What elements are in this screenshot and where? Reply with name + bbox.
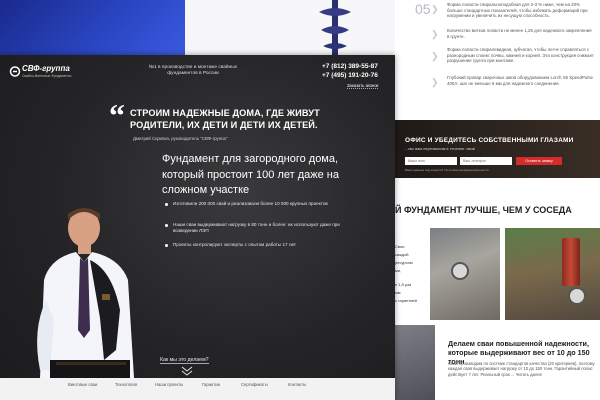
hero-title: Фундамент для загородного дома, который … <box>162 153 339 196</box>
fragment-line: мм <box>395 290 401 295</box>
quote-text: СТРОИМ НАДЕЖНЫЕ ДОМА, ГДЕ ЖИВУТ РОДИТЕЛИ… <box>130 108 320 130</box>
callback-link[interactable]: Заказать звонок <box>347 83 379 89</box>
privacy-note: Ваши данные под защитой. Политика конфид… <box>405 168 489 172</box>
list-item: Наши сваи выдерживают нагрузку в 80 тонн… <box>165 222 365 234</box>
features-column: 05 ❯ Форма лопасти спиральноподобная для… <box>395 0 600 120</box>
nav-item-projects[interactable]: Наши проекты <box>155 382 183 387</box>
step-arrow-icon: ❯ <box>431 51 439 61</box>
step-number: 05 <box>415 1 431 17</box>
nav-item-piles[interactable]: Винтовые сваи <box>68 382 97 387</box>
pile-photo <box>505 228 600 320</box>
phone-number[interactable]: +7 (812) 389-55-87 <box>322 63 378 70</box>
bullet-icon <box>165 224 168 227</box>
logo[interactable]: СВФ-группа <box>22 64 70 73</box>
person-photo <box>37 208 134 378</box>
logo-icon <box>9 66 21 77</box>
feature-text: Количество витков лопасти не менее 1,25 … <box>447 28 592 39</box>
bullet-text: Изготовили 200 000 свай и реализовали бо… <box>173 201 328 206</box>
form-subtitle: ...мы вам перезвоним в течение часа! <box>405 146 476 151</box>
step-arrow-icon: ❯ <box>431 29 439 39</box>
bottom-navigation <box>0 378 395 400</box>
construction-photo <box>395 325 435 400</box>
text-fragment: Свои каждой ресурсом ми, е 1,5 раз мм с … <box>395 234 425 324</box>
fragment-line: Свои <box>395 244 405 249</box>
bullet-text: Проекты контролируют эксперты с опытом р… <box>173 242 297 247</box>
list-item: Изготовили 200 000 свай и реализовали бо… <box>165 201 365 207</box>
gauge-image <box>451 262 469 280</box>
reliability-description: Сваи производим по системе стандартов ка… <box>448 361 595 377</box>
step-arrow-icon: ❯ <box>431 4 439 14</box>
feature-text: Форма лопасти спиралевидная, зубчатая, ч… <box>447 47 594 63</box>
red-pile-image <box>562 238 580 286</box>
phone-input[interactable] <box>460 157 512 165</box>
step-arrow-icon: ❯ <box>431 77 439 87</box>
screw-pile-image <box>319 0 351 55</box>
phone-number[interactable]: +7 (495) 191-20-76 <box>322 72 378 79</box>
chevron-down-icon[interactable] <box>181 366 193 376</box>
how-we-do-link[interactable]: Как мы это делаем? <box>160 357 209 364</box>
name-input[interactable] <box>405 157 457 165</box>
feature-text: Глубокий провар сварочных швов оборудова… <box>447 75 593 86</box>
quote-mark-icon: “ <box>109 97 125 133</box>
blue-hero-fragment <box>0 0 185 55</box>
logo-subtitle: Свайно-Винтовые Фундаменты <box>22 74 72 78</box>
nav-item-technology[interactable]: Технология <box>115 382 137 387</box>
bullet-icon <box>165 203 168 206</box>
gauge-image <box>568 287 586 305</box>
product-image-area <box>185 0 410 55</box>
quote-author: Дмитрий Скрипка, руководитель "СВФ-групп… <box>133 136 228 141</box>
fragment-line: с гарантией <box>395 298 417 303</box>
feature-text: Форма лопасти спиральноподобная для 2-3 … <box>447 2 588 18</box>
nav-item-guarantees[interactable]: Гарантии <box>202 382 220 387</box>
nav-item-certificates[interactable]: Сертификаты <box>241 382 268 387</box>
form-title: ОФИС И УБЕДИТЕСЬ СОБСТВЕННЫМИ ГЛАЗАМИ <box>405 137 574 144</box>
fragment-line: каждой <box>395 252 409 257</box>
fragment-line: ресурсом <box>395 260 413 265</box>
bullet-text: Наши сваи выдерживают нагрузку в 80 тонн… <box>173 222 340 234</box>
section-heading: Й ФУНДАМЕНТ ЛУЧШЕ, ЧЕМ У СОСЕДА <box>395 205 572 215</box>
fragment-line: е 1,5 раз <box>395 282 412 287</box>
fragment-line: ми, <box>395 268 402 273</box>
submit-request-button[interactable]: Оставить заявку <box>516 157 562 165</box>
bullet-icon <box>165 244 168 247</box>
list-item: Проекты контролируют эксперты с опытом р… <box>165 242 365 248</box>
header-tagline: №1 в производстве и монтаже свайных фунд… <box>148 65 238 76</box>
nav-item-contacts[interactable]: Контакты <box>288 382 306 387</box>
